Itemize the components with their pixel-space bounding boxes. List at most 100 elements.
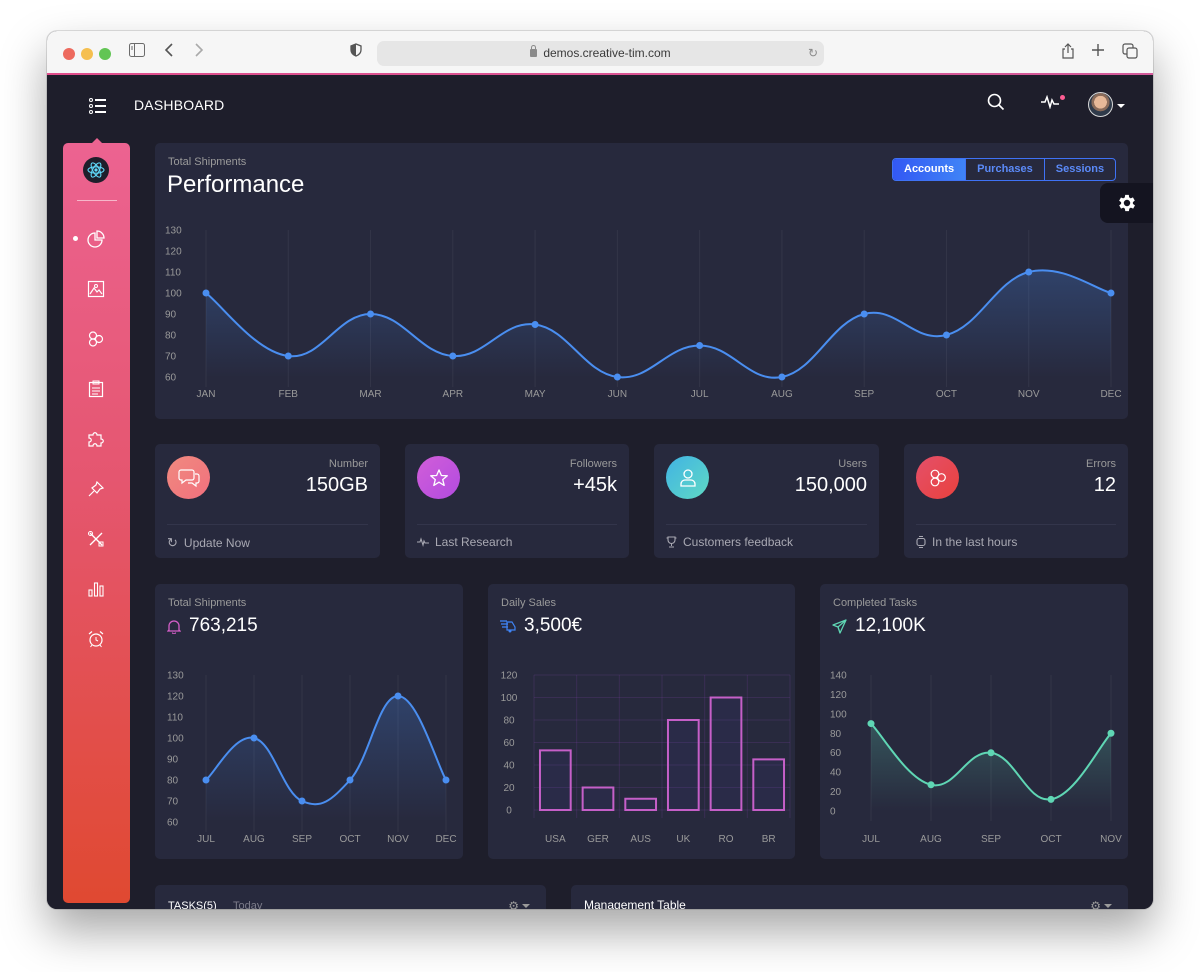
x-tick-label: NOV xyxy=(387,834,409,845)
data-point xyxy=(250,734,258,742)
stat-footer[interactable]: ↻ Update Now xyxy=(167,535,250,551)
atom-icon xyxy=(88,331,104,347)
series-area xyxy=(206,270,1111,378)
y-tick-label: 90 xyxy=(165,310,177,321)
stat-footer-text: In the last hours xyxy=(932,535,1018,549)
sidebar-toggle-icon[interactable] xyxy=(129,43,145,63)
chat-icon xyxy=(177,468,200,487)
y-tick-label: 120 xyxy=(830,690,847,701)
share-icon[interactable] xyxy=(1061,43,1075,63)
bar xyxy=(581,786,615,811)
management-table-title: Management Table xyxy=(584,898,686,909)
privacy-shield-icon[interactable] xyxy=(350,43,362,63)
browser-window: demos.creative-tim.com ↻ DASHBOARD Total… xyxy=(47,31,1153,909)
activity-icon[interactable] xyxy=(1041,94,1059,114)
sidebar-item-icons[interactable] xyxy=(85,278,107,300)
navbar-brand[interactable]: DASHBOARD xyxy=(134,97,224,113)
series-area xyxy=(206,696,446,822)
reload-icon[interactable]: ↻ xyxy=(808,41,818,66)
forward-icon[interactable] xyxy=(194,43,204,63)
back-icon[interactable] xyxy=(164,43,174,63)
stat-footer-text: Update Now xyxy=(183,536,250,550)
image-icon xyxy=(87,280,105,298)
data-point xyxy=(442,776,450,784)
stat-divider xyxy=(167,524,368,525)
react-logo-icon[interactable] xyxy=(83,157,109,183)
table-settings-dropdown[interactable]: ⚙ xyxy=(1090,899,1112,909)
x-tick-label: DEC xyxy=(435,834,456,845)
y-tick-label: 40 xyxy=(503,761,515,772)
sidebar-item-settings[interactable] xyxy=(85,528,107,550)
shipments-line-chart: 60 70 80 90 100 110 120 130 JUL AUG SEP OCT NOV DEC xyxy=(167,671,457,846)
bell-icon xyxy=(167,619,181,634)
maximize-window-button[interactable] xyxy=(99,48,111,60)
y-tick-label: 100 xyxy=(167,734,184,745)
x-tick-label: UK xyxy=(676,834,690,845)
y-tick-label: 0 xyxy=(830,807,836,818)
y-tick-label: 140 xyxy=(830,671,847,682)
sidebar-item-notifications[interactable] xyxy=(85,628,107,650)
tasks-line-chart: 0 20 40 60 80 100 120 140 JUL AUG SEP OCT NOV xyxy=(830,671,1122,846)
stat-card-users: Users 150,000 Customers feedback xyxy=(654,444,879,558)
stat-footer[interactable]: In the last hours xyxy=(916,535,1017,549)
notification-dot xyxy=(1060,95,1065,100)
x-tick-label: NOV xyxy=(1018,389,1040,400)
sidebar-item-plugins[interactable] xyxy=(85,428,107,450)
shipments-value: 763,215 xyxy=(189,615,258,636)
sidebar-item-charts[interactable] xyxy=(85,578,107,600)
stat-footer[interactable]: Customers feedback xyxy=(666,535,793,549)
minimize-window-button[interactable] xyxy=(81,48,93,60)
y-tick-label: 20 xyxy=(830,787,842,798)
shipments-subtitle: Total Shipments xyxy=(168,597,247,609)
tab-overview-icon[interactable] xyxy=(1122,43,1138,63)
performance-card: Total Shipments Performance Accounts Pur… xyxy=(155,143,1128,419)
chat-icon-circle xyxy=(167,456,210,499)
stat-divider xyxy=(666,524,867,525)
performance-subtitle: Total Shipments xyxy=(168,156,247,168)
stat-footer[interactable]: Last Research xyxy=(417,535,512,549)
stat-value: +45k xyxy=(573,474,617,496)
bar xyxy=(624,797,658,811)
stat-card-followers: Followers +45k Last Research xyxy=(405,444,629,558)
tab-purchases[interactable]: Purchases xyxy=(966,159,1045,180)
tasks-list-title: TASKS(5) xyxy=(168,900,217,909)
y-tick-label: 100 xyxy=(501,693,518,704)
stat-label: Users xyxy=(838,458,867,470)
top-navbar: DASHBOARD xyxy=(47,77,1153,137)
tasks-settings-dropdown[interactable]: ⚙ xyxy=(508,899,530,909)
x-tick-label: DEC xyxy=(1100,389,1121,400)
x-tick-label: JUL xyxy=(862,834,880,845)
tab-accounts[interactable]: Accounts xyxy=(893,159,967,180)
sidebar-item-maps[interactable] xyxy=(85,478,107,500)
x-tick-label: MAR xyxy=(359,389,381,400)
sales-card: Daily Sales 3,500€ 0 20 40 60 80 100 120 USA GER… xyxy=(488,584,795,859)
settings-fab-button[interactable] xyxy=(1100,183,1153,223)
y-tick-label: 110 xyxy=(167,713,183,724)
data-point xyxy=(284,352,292,360)
data-point xyxy=(531,321,539,328)
chart-bar-icon xyxy=(88,582,104,597)
sidebar-item-components[interactable] xyxy=(85,328,107,350)
new-tab-icon[interactable] xyxy=(1091,43,1105,63)
data-point xyxy=(942,331,950,339)
watch-icon xyxy=(916,536,926,548)
close-window-button[interactable] xyxy=(63,48,75,60)
performance-title: Performance xyxy=(167,171,305,198)
y-tick-label: 80 xyxy=(503,716,515,727)
x-tick-label: FEB xyxy=(279,389,299,400)
sales-value-row: 3,500€ xyxy=(500,615,582,637)
y-tick-label: 40 xyxy=(830,768,842,779)
y-tick-label: 80 xyxy=(167,776,179,787)
tab-sessions[interactable]: Sessions xyxy=(1045,159,1115,180)
search-icon[interactable] xyxy=(987,93,1005,116)
sidebar-item-dashboard[interactable] xyxy=(85,228,107,250)
caret-down-icon[interactable] xyxy=(1117,104,1125,108)
x-tick-label: JUL xyxy=(197,834,215,845)
avatar[interactable] xyxy=(1088,92,1113,117)
stat-card-number: Number 150GB ↻ Update Now xyxy=(155,444,380,558)
sidebar-item-tables[interactable] xyxy=(85,378,107,400)
puzzle-icon xyxy=(88,432,104,447)
address-bar[interactable]: demos.creative-tim.com ↻ xyxy=(377,41,824,66)
y-tick-label: 80 xyxy=(165,331,177,342)
menu-toggle-button[interactable] xyxy=(89,97,107,115)
